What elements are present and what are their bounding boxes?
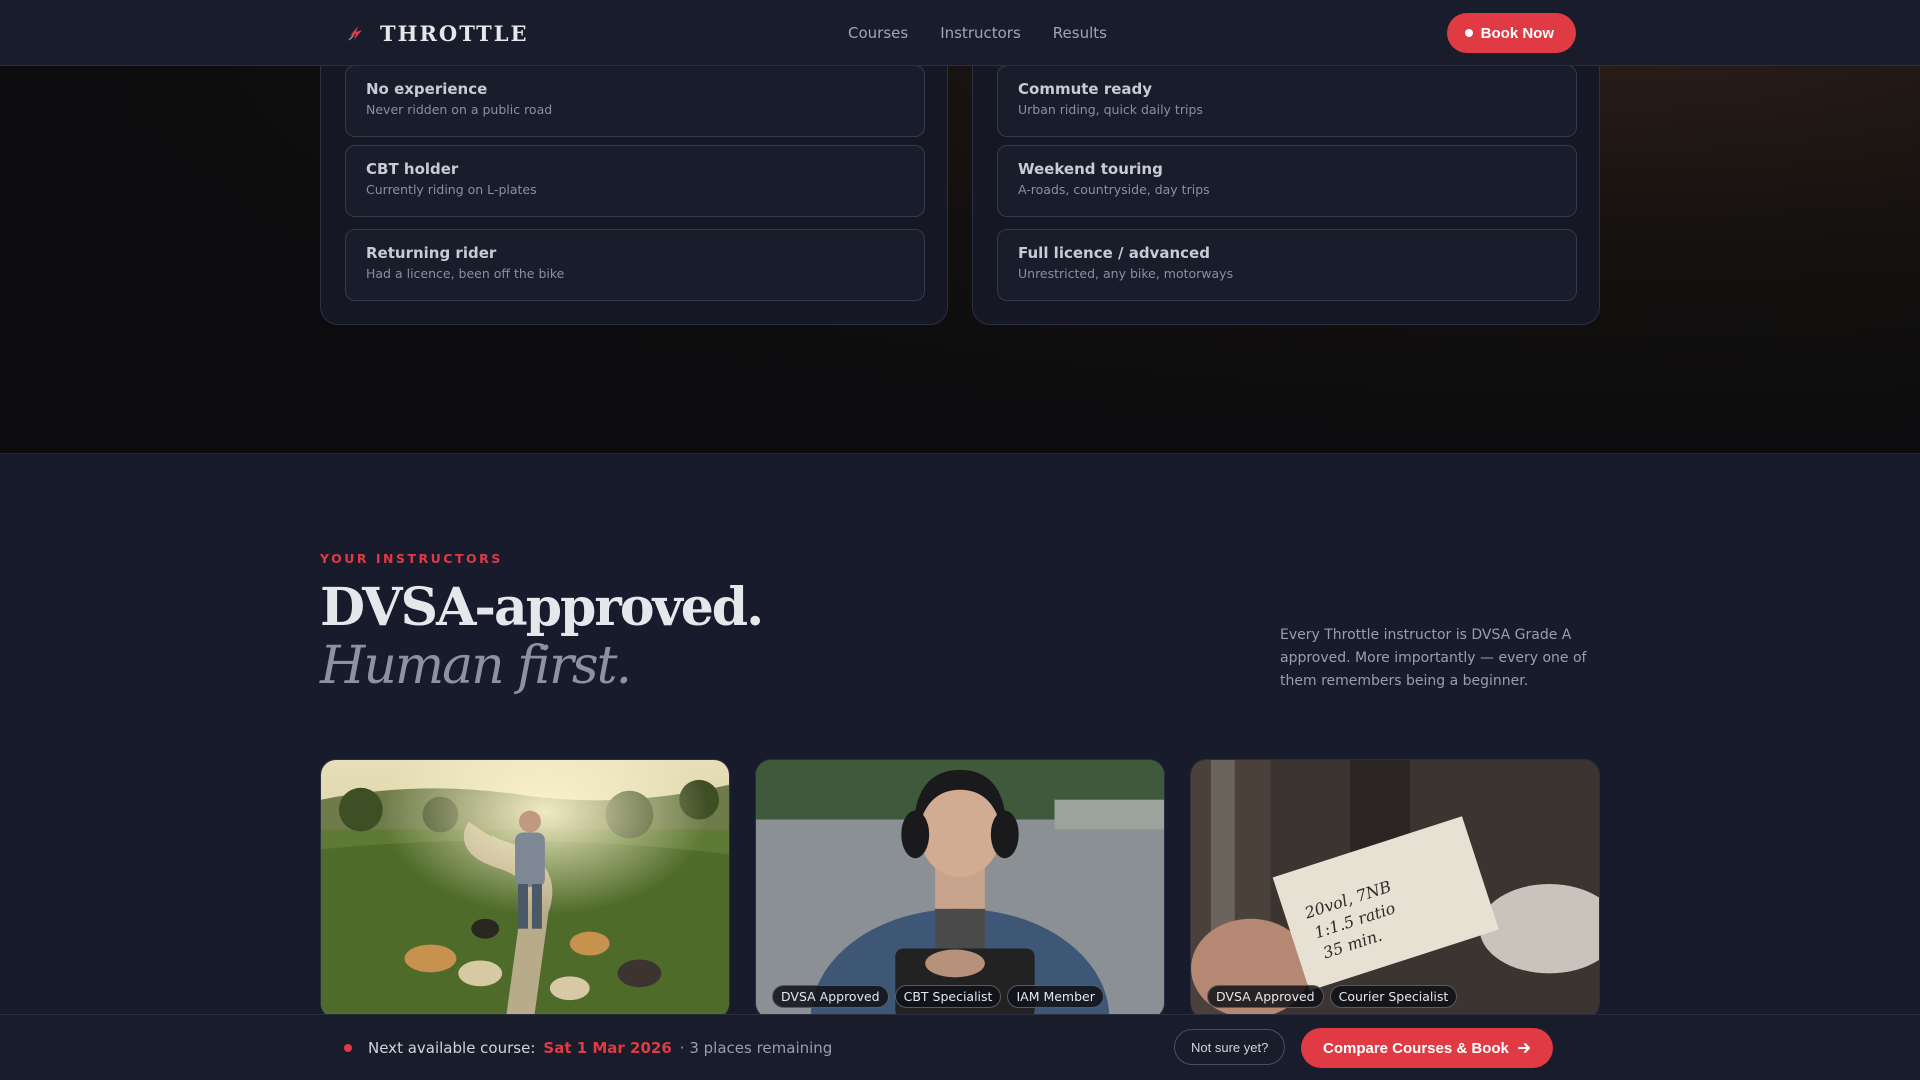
nav-inner: THROTTLE Courses Instructors Results Boo… [346, 0, 1576, 66]
badge: IAM Member [1007, 985, 1104, 1008]
arrow-right-icon [1517, 1043, 1530, 1053]
next-course-info: Next available course: Sat 1 Mar 2026 · … [344, 1015, 832, 1080]
instructor-card[interactable] [320, 759, 730, 1019]
option-title: CBT holder [366, 160, 459, 178]
option-no-experience[interactable]: No experience Never ridden on a public r… [345, 65, 925, 137]
option-subtitle: Unrestricted, any bike, motorways [1018, 266, 1234, 281]
instructor-photo [756, 760, 1164, 1018]
throttle-logo-icon [348, 26, 362, 41]
badge: Courier Specialist [1329, 985, 1458, 1008]
option-subtitle: Urban riding, quick daily trips [1018, 102, 1203, 117]
compare-courses-label: Compare Courses & Book [1323, 1039, 1509, 1057]
status-dot-icon [344, 1044, 352, 1052]
badge-row: DVSA Approved CBT Specialist IAM Member [772, 985, 1104, 1008]
option-title: Weekend touring [1018, 160, 1163, 178]
instructor-cards: DVSA Approved CBT Specialist IAM Member … [320, 759, 1600, 1019]
book-now-label: Book Now [1480, 24, 1554, 42]
places-remaining: · 3 places remaining [679, 1039, 833, 1057]
booking-bar: Next available course: Sat 1 Mar 2026 · … [0, 1014, 1920, 1080]
not-sure-button[interactable]: Not sure yet? [1174, 1029, 1286, 1065]
option-subtitle: Had a licence, been off the bike [366, 266, 565, 281]
instructor-card[interactable]: DVSA Approved CBT Specialist IAM Member [755, 759, 1165, 1019]
section-headline-italic: Human first. [320, 636, 632, 696]
option-title: Commute ready [1018, 80, 1153, 98]
option-subtitle: Never ridden on a public road [366, 102, 553, 117]
next-course-date: Sat 1 Mar 2026 [543, 1039, 672, 1057]
option-weekend-touring[interactable]: Weekend touring A-roads, countryside, da… [997, 145, 1577, 217]
next-course-prefix: Next available course: [368, 1039, 536, 1057]
option-subtitle: A-roads, countryside, day trips [1018, 182, 1210, 197]
brand-logo[interactable]: THROTTLE [346, 21, 529, 46]
compare-courses-button[interactable]: Compare Courses & Book [1301, 1028, 1553, 1068]
option-title: Full licence / advanced [1018, 244, 1210, 262]
option-subtitle: Currently riding on L-plates [366, 182, 537, 197]
badge-row: DVSA Approved Courier Specialist [1207, 985, 1458, 1008]
experience-panel: No experience Never ridden on a public r… [320, 30, 948, 325]
instructor-card[interactable]: 20vol, 7NB 1:1.5 ratio 35 min. DVSA Appr… [1190, 759, 1600, 1019]
option-title: Returning rider [366, 244, 497, 262]
nav-link-results[interactable]: Results [1053, 24, 1107, 42]
option-full-licence[interactable]: Full licence / advanced Unrestricted, an… [997, 229, 1577, 301]
goal-panel: Commute ready Urban riding, quick daily … [972, 30, 1600, 325]
brand-name: THROTTLE [380, 20, 529, 46]
option-cbt-holder[interactable]: CBT holder Currently riding on L-plates [345, 145, 925, 217]
nav-links: Courses Instructors Results [848, 24, 1107, 42]
option-commute-ready[interactable]: Commute ready Urban riding, quick daily … [997, 65, 1577, 137]
badge: DVSA Approved [1207, 985, 1324, 1008]
option-title: No experience [366, 80, 488, 98]
dot-icon [1464, 29, 1473, 37]
nav-link-courses[interactable]: Courses [848, 24, 908, 42]
option-returning-rider[interactable]: Returning rider Had a licence, been off … [345, 229, 925, 301]
section-headline: DVSA-approved. [320, 577, 764, 638]
section-intro: Every Throttle instructor is DVSA Grade … [1280, 627, 1587, 689]
nav-link-instructors[interactable]: Instructors [940, 24, 1021, 42]
book-now-button[interactable]: Book Now [1446, 13, 1576, 53]
instructors-section: YOUR INSTRUCTORS DVSA-approved. Human fi… [0, 453, 1920, 1080]
experience-section: No experience Never ridden on a public r… [0, 0, 1920, 453]
instructor-photo [321, 760, 729, 1018]
badge: DVSA Approved [772, 985, 889, 1008]
badge: CBT Specialist [894, 985, 1002, 1008]
top-nav: THROTTLE Courses Instructors Results Boo… [0, 0, 1920, 66]
section-eyebrow: YOUR INSTRUCTORS [320, 551, 503, 566]
instructor-photo: 20vol, 7NB 1:1.5 ratio 35 min. [1191, 760, 1599, 1018]
